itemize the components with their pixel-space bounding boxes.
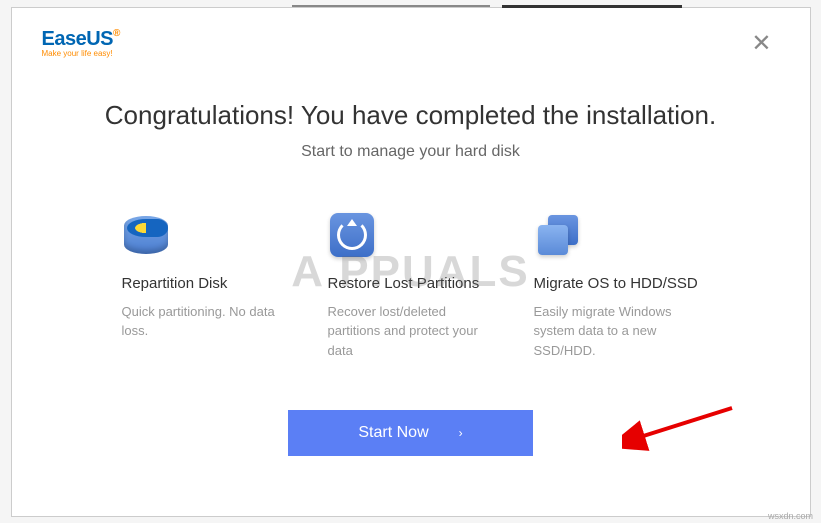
registered-icon: ®	[113, 28, 120, 39]
feature-title: Repartition Disk	[122, 275, 288, 292]
logo-brand: EaseUS®	[42, 28, 120, 51]
chevron-right-icon: ›	[459, 426, 463, 440]
migrate-icon	[534, 211, 582, 259]
start-now-button[interactable]: Start Now ›	[288, 410, 532, 456]
feature-restore: Restore Lost Partitions Recover lost/del…	[328, 211, 494, 361]
cta-container: Start Now ›	[42, 410, 780, 456]
restore-icon	[328, 211, 376, 259]
window-border-decoration	[502, 5, 682, 8]
dialog-header: EaseUS® Make your life easy! ✕	[42, 28, 780, 60]
feature-migrate: Migrate OS to HDD/SSD Easily migrate Win…	[534, 211, 700, 361]
feature-title: Migrate OS to HDD/SSD	[534, 275, 700, 292]
feature-description: Easily migrate Windows system data to a …	[534, 302, 700, 361]
close-button[interactable]: ✕	[743, 28, 779, 60]
disk-icon	[122, 211, 170, 259]
feature-description: Quick partitioning. No data loss.	[122, 302, 288, 341]
attribution-text: wsxdn.com	[768, 511, 813, 521]
logo-tagline: Make your life easy!	[42, 49, 120, 58]
feature-description: Recover lost/deleted partitions and prot…	[328, 302, 494, 361]
logo-brand-text: EaseUS	[42, 28, 114, 50]
feature-repartition: Repartition Disk Quick partitioning. No …	[122, 211, 288, 361]
features-row: Repartition Disk Quick partitioning. No …	[42, 211, 780, 361]
easeus-logo: EaseUS® Make your life easy!	[42, 28, 120, 58]
installer-complete-dialog: EaseUS® Make your life easy! ✕ Congratul…	[11, 7, 811, 517]
window-border-decoration	[292, 5, 490, 7]
page-title: Congratulations! You have completed the …	[42, 100, 780, 131]
page-subtitle: Start to manage your hard disk	[42, 143, 780, 161]
cta-label: Start Now	[358, 424, 428, 442]
close-icon: ✕	[751, 30, 771, 57]
main-content: Congratulations! You have completed the …	[42, 100, 780, 457]
feature-title: Restore Lost Partitions	[328, 275, 494, 292]
